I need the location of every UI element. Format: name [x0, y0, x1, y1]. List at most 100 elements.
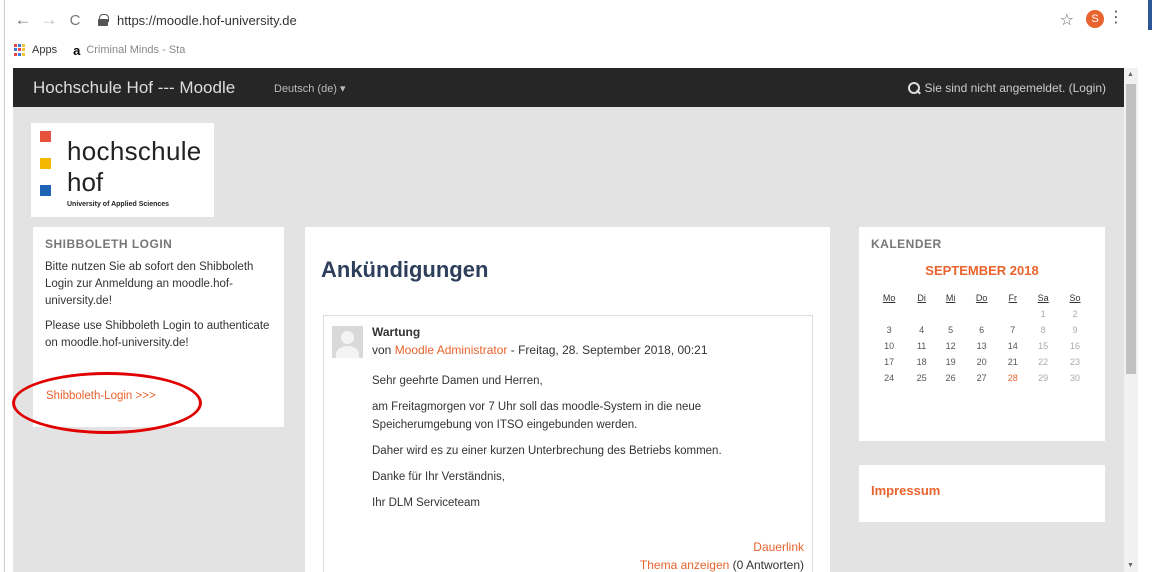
back-icon[interactable]: ←: [10, 7, 36, 33]
logo-text-line2: hof: [67, 167, 104, 197]
calendar-day[interactable]: 14: [998, 338, 1027, 354]
menu-dots-icon[interactable]: ⋮: [1108, 9, 1124, 27]
calendar-day[interactable]: 3: [871, 322, 907, 338]
calendar-day: [871, 306, 907, 322]
annotation-circle: [12, 372, 202, 434]
post-paragraph: Sehr geehrte Damen und Herren,: [372, 375, 543, 387]
logo-square-red: [40, 131, 51, 142]
calendar-day: [936, 306, 965, 322]
calendar-day: [998, 306, 1027, 322]
post-author-link[interactable]: Moodle Administrator: [395, 343, 508, 357]
scroll-up-icon[interactable]: ▲: [1127, 71, 1134, 78]
user-avatar[interactable]: [332, 326, 363, 358]
scroll-down-icon[interactable]: ▼: [1127, 562, 1134, 569]
calendar-day[interactable]: 2: [1059, 306, 1091, 322]
post-paragraph: am Freitagmorgen vor 7 Uhr soll das mood…: [372, 401, 702, 431]
calendar-day[interactable]: 4: [907, 322, 936, 338]
calendar-day[interactable]: 20: [965, 354, 998, 370]
calendar-week: 10 11 12 13 14 15 16: [871, 338, 1091, 354]
calendar-day: [965, 306, 998, 322]
lock-icon: [98, 14, 109, 26]
browser-chrome: ← → C https://moodle.hof-university.de ☆…: [0, 0, 1152, 68]
logo-square-yellow: [40, 158, 51, 169]
calendar-weekday: Di: [917, 293, 926, 303]
calendar-day[interactable]: 28: [998, 370, 1027, 386]
scroll-thumb[interactable]: [1126, 84, 1136, 374]
calendar-day[interactable]: 6: [965, 322, 998, 338]
impressum-link[interactable]: Impressum: [871, 483, 940, 498]
calendar-day[interactable]: 1: [1027, 306, 1059, 322]
calendar-day[interactable]: 8: [1027, 322, 1059, 338]
bookmark-criminal-minds[interactable]: Criminal Minds - Sta: [86, 44, 185, 56]
impressum-block: Impressum: [859, 465, 1105, 522]
search-icon[interactable]: [907, 82, 920, 94]
bookmarks-bar: Apps a Criminal Minds - Sta: [14, 38, 185, 62]
logo-tagline: University of Applied Sciences: [67, 201, 170, 208]
permalink-link[interactable]: Dauerlink: [640, 538, 804, 556]
calendar-day[interactable]: 12: [936, 338, 965, 354]
window-edge-right: [1138, 0, 1152, 572]
bookmark-apps[interactable]: Apps: [32, 44, 57, 56]
calendar-day[interactable]: 26: [936, 370, 965, 386]
post-body: Sehr geehrte Damen und Herren, am Freita…: [372, 372, 802, 520]
post-paragraph: Ihr DLM Serviceteam: [372, 497, 481, 509]
calendar-day[interactable]: 15: [1027, 338, 1059, 354]
calendar-day[interactable]: 25: [907, 370, 936, 386]
calendar-day[interactable]: 5: [936, 322, 965, 338]
post-footer: Dauerlink Thema anzeigen (0 Antworten): [640, 538, 804, 572]
amazon-icon: a: [73, 42, 81, 58]
forum-post: Wartung von Moodle Administrator - Freit…: [323, 315, 813, 572]
calendar-day[interactable]: 30: [1059, 370, 1091, 386]
login-status-link[interactable]: Sie sind nicht angemeldet. (Login): [925, 81, 1106, 95]
apps-grid-icon[interactable]: [14, 44, 26, 56]
calendar-title: KALENDER: [871, 237, 942, 251]
calendar-day: [907, 306, 936, 322]
calendar-day[interactable]: 16: [1059, 338, 1091, 354]
calendar-weekday: Mi: [945, 293, 956, 303]
calendar-week: 3456789: [871, 322, 1091, 338]
language-menu[interactable]: Deutsch (de) ▾: [274, 82, 346, 95]
calendar-week: 17 18 19 20 21 22 23: [871, 354, 1091, 370]
calendar-day[interactable]: 29: [1027, 370, 1059, 386]
calendar-day[interactable]: 10: [871, 338, 907, 354]
address-bar[interactable]: https://moodle.hof-university.de: [88, 6, 1082, 34]
calendar-day[interactable]: 27: [965, 370, 998, 386]
announcements-block: Ankündigungen Wartung von Moodle Adminis…: [305, 227, 830, 572]
calendar-week: 24 25 26 27 28 29 30: [871, 370, 1091, 386]
moodle-navbar: Hochschule Hof --- Moodle Deutsch (de) ▾…: [13, 68, 1124, 107]
address-row: ← → C https://moodle.hof-university.de ☆…: [10, 4, 1134, 36]
show-discussion-link[interactable]: Thema anzeigen: [640, 558, 729, 572]
profile-avatar[interactable]: S: [1086, 10, 1104, 28]
logo-square-blue: [40, 185, 51, 196]
post-by-label: von: [372, 343, 395, 357]
calendar-table: Mo Di Mi Do Fr Sa So 1 2 3 4 5 6 7 8 9 10 11 12 13 14 15 16 17…: [871, 290, 1091, 386]
calendar-day[interactable]: 17: [871, 354, 907, 370]
calendar-day[interactable]: 18: [907, 354, 936, 370]
calendar-day[interactable]: 21: [998, 354, 1027, 370]
shibboleth-text-en: Please use Shibboleth Login to authentic…: [45, 320, 270, 349]
calendar-month[interactable]: SEPTEMBER 2018: [871, 263, 1093, 278]
calendar-weekday: Sa: [1037, 293, 1049, 303]
calendar-day[interactable]: 22: [1027, 354, 1059, 370]
post-paragraph: Danke für Ihr Verständnis,: [372, 471, 505, 483]
site-brand[interactable]: Hochschule Hof --- Moodle: [33, 78, 235, 98]
calendar-day[interactable]: 19: [936, 354, 965, 370]
calendar-day[interactable]: 23: [1059, 354, 1091, 370]
login-info: Sie sind nicht angemeldet. (Login): [907, 81, 1106, 95]
shibboleth-text-de: Bitte nutzen Sie ab sofort den Shibbolet…: [45, 261, 254, 307]
calendar-day[interactable]: 11: [907, 338, 936, 354]
calendar-day[interactable]: 24: [871, 370, 907, 386]
forward-icon[interactable]: →: [36, 7, 62, 33]
calendar-day[interactable]: 13: [965, 338, 998, 354]
post-date: - Freitag, 28. September 2018, 00:21: [507, 343, 708, 357]
reply-count: (0 Antworten): [729, 558, 804, 572]
bookmark-star-icon[interactable]: ☆: [1060, 10, 1074, 30]
reload-icon[interactable]: C: [62, 7, 88, 33]
post-subject: Wartung: [372, 325, 421, 339]
calendar-day[interactable]: 7: [998, 322, 1027, 338]
page-title: Ankündigungen: [321, 257, 489, 282]
logo-text-line1: hochschule: [67, 136, 202, 166]
calendar-day[interactable]: 9: [1059, 322, 1091, 338]
scrollbar[interactable]: ▲ ▼: [1124, 68, 1138, 572]
university-logo[interactable]: hochschule hof University of Applied Sci…: [31, 123, 214, 217]
